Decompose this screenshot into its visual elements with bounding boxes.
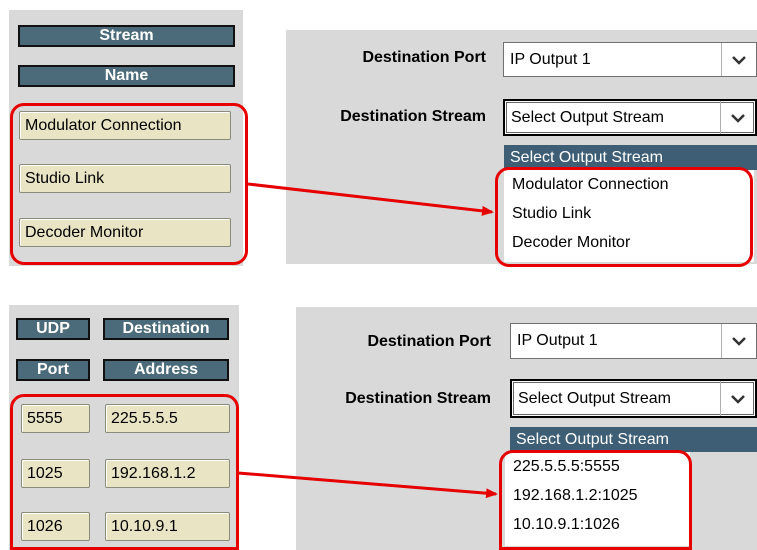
arrow-bottom (237, 471, 498, 499)
arrow-top (247, 182, 494, 216)
arrow-connector (237, 182, 498, 499)
